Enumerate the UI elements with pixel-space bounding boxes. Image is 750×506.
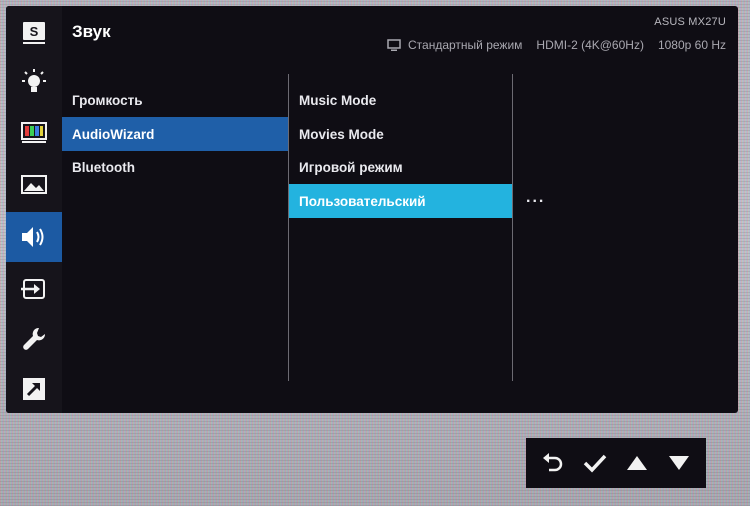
sidebar-item-image[interactable] [6, 160, 62, 210]
splendid-s-icon: S [23, 22, 45, 44]
osd-menu: S Звук ASUS MX27U Стандартный режим HDMI… [6, 6, 738, 413]
up-icon [627, 456, 647, 470]
menu-item-bluetooth[interactable]: Bluetooth [62, 150, 288, 184]
back-button[interactable] [533, 443, 573, 483]
status-input: HDMI-2 (4K@60Hz) [536, 38, 644, 52]
sidebar-item-color[interactable] [6, 108, 62, 158]
navigation-keys [526, 438, 706, 488]
color-bars-icon [21, 122, 47, 143]
menu-column-2: Music Mode Movies Mode Игровой режим Пол… [288, 74, 512, 381]
menu-item-music-mode[interactable]: Music Mode [289, 83, 512, 117]
monitor-icon [387, 38, 401, 52]
more-indicator[interactable]: ... [526, 189, 545, 207]
brightness-icon [22, 69, 46, 92]
status-bar: Стандартный режим HDMI-2 (4K@60Hz) 1080p… [387, 37, 726, 53]
back-icon [543, 453, 563, 472]
sidebar-item-settings[interactable] [6, 314, 62, 364]
down-button[interactable] [659, 443, 699, 483]
sidebar: S [6, 6, 62, 413]
menu-item-movies-mode[interactable]: Movies Mode [289, 117, 512, 151]
confirm-icon [583, 454, 607, 473]
wrench-icon [23, 327, 46, 350]
shortcut-arrow-icon [23, 378, 45, 400]
sidebar-item-sound[interactable] [6, 212, 62, 262]
input-select-icon [21, 279, 45, 299]
menu-item-volume[interactable]: Громкость [62, 83, 288, 117]
status-mode: Стандартный режим [408, 38, 523, 52]
menu-column-1: Громкость AudioWizard Bluetooth [62, 74, 288, 381]
sidebar-item-splendid[interactable]: S [6, 8, 62, 58]
menu-item-audiowizard[interactable]: AudioWizard [62, 117, 288, 151]
menu-item-game-mode[interactable]: Игровой режим [289, 150, 512, 184]
speaker-icon [22, 227, 44, 247]
menu-column-3: ... [512, 74, 738, 381]
down-icon [669, 456, 689, 470]
sidebar-item-shortcut[interactable] [6, 364, 62, 413]
up-button[interactable] [617, 443, 657, 483]
sidebar-item-input[interactable] [6, 264, 62, 314]
menu-item-user-mode[interactable]: Пользовательский [289, 184, 512, 218]
sidebar-item-brightness[interactable] [6, 58, 62, 108]
confirm-button[interactable] [575, 443, 615, 483]
image-icon [21, 175, 47, 194]
status-resolution: 1080p 60 Hz [657, 38, 726, 52]
page-title: Звук [72, 22, 111, 41]
monitor-model: ASUS MX27U [654, 16, 726, 28]
svg-text:S: S [30, 24, 39, 39]
